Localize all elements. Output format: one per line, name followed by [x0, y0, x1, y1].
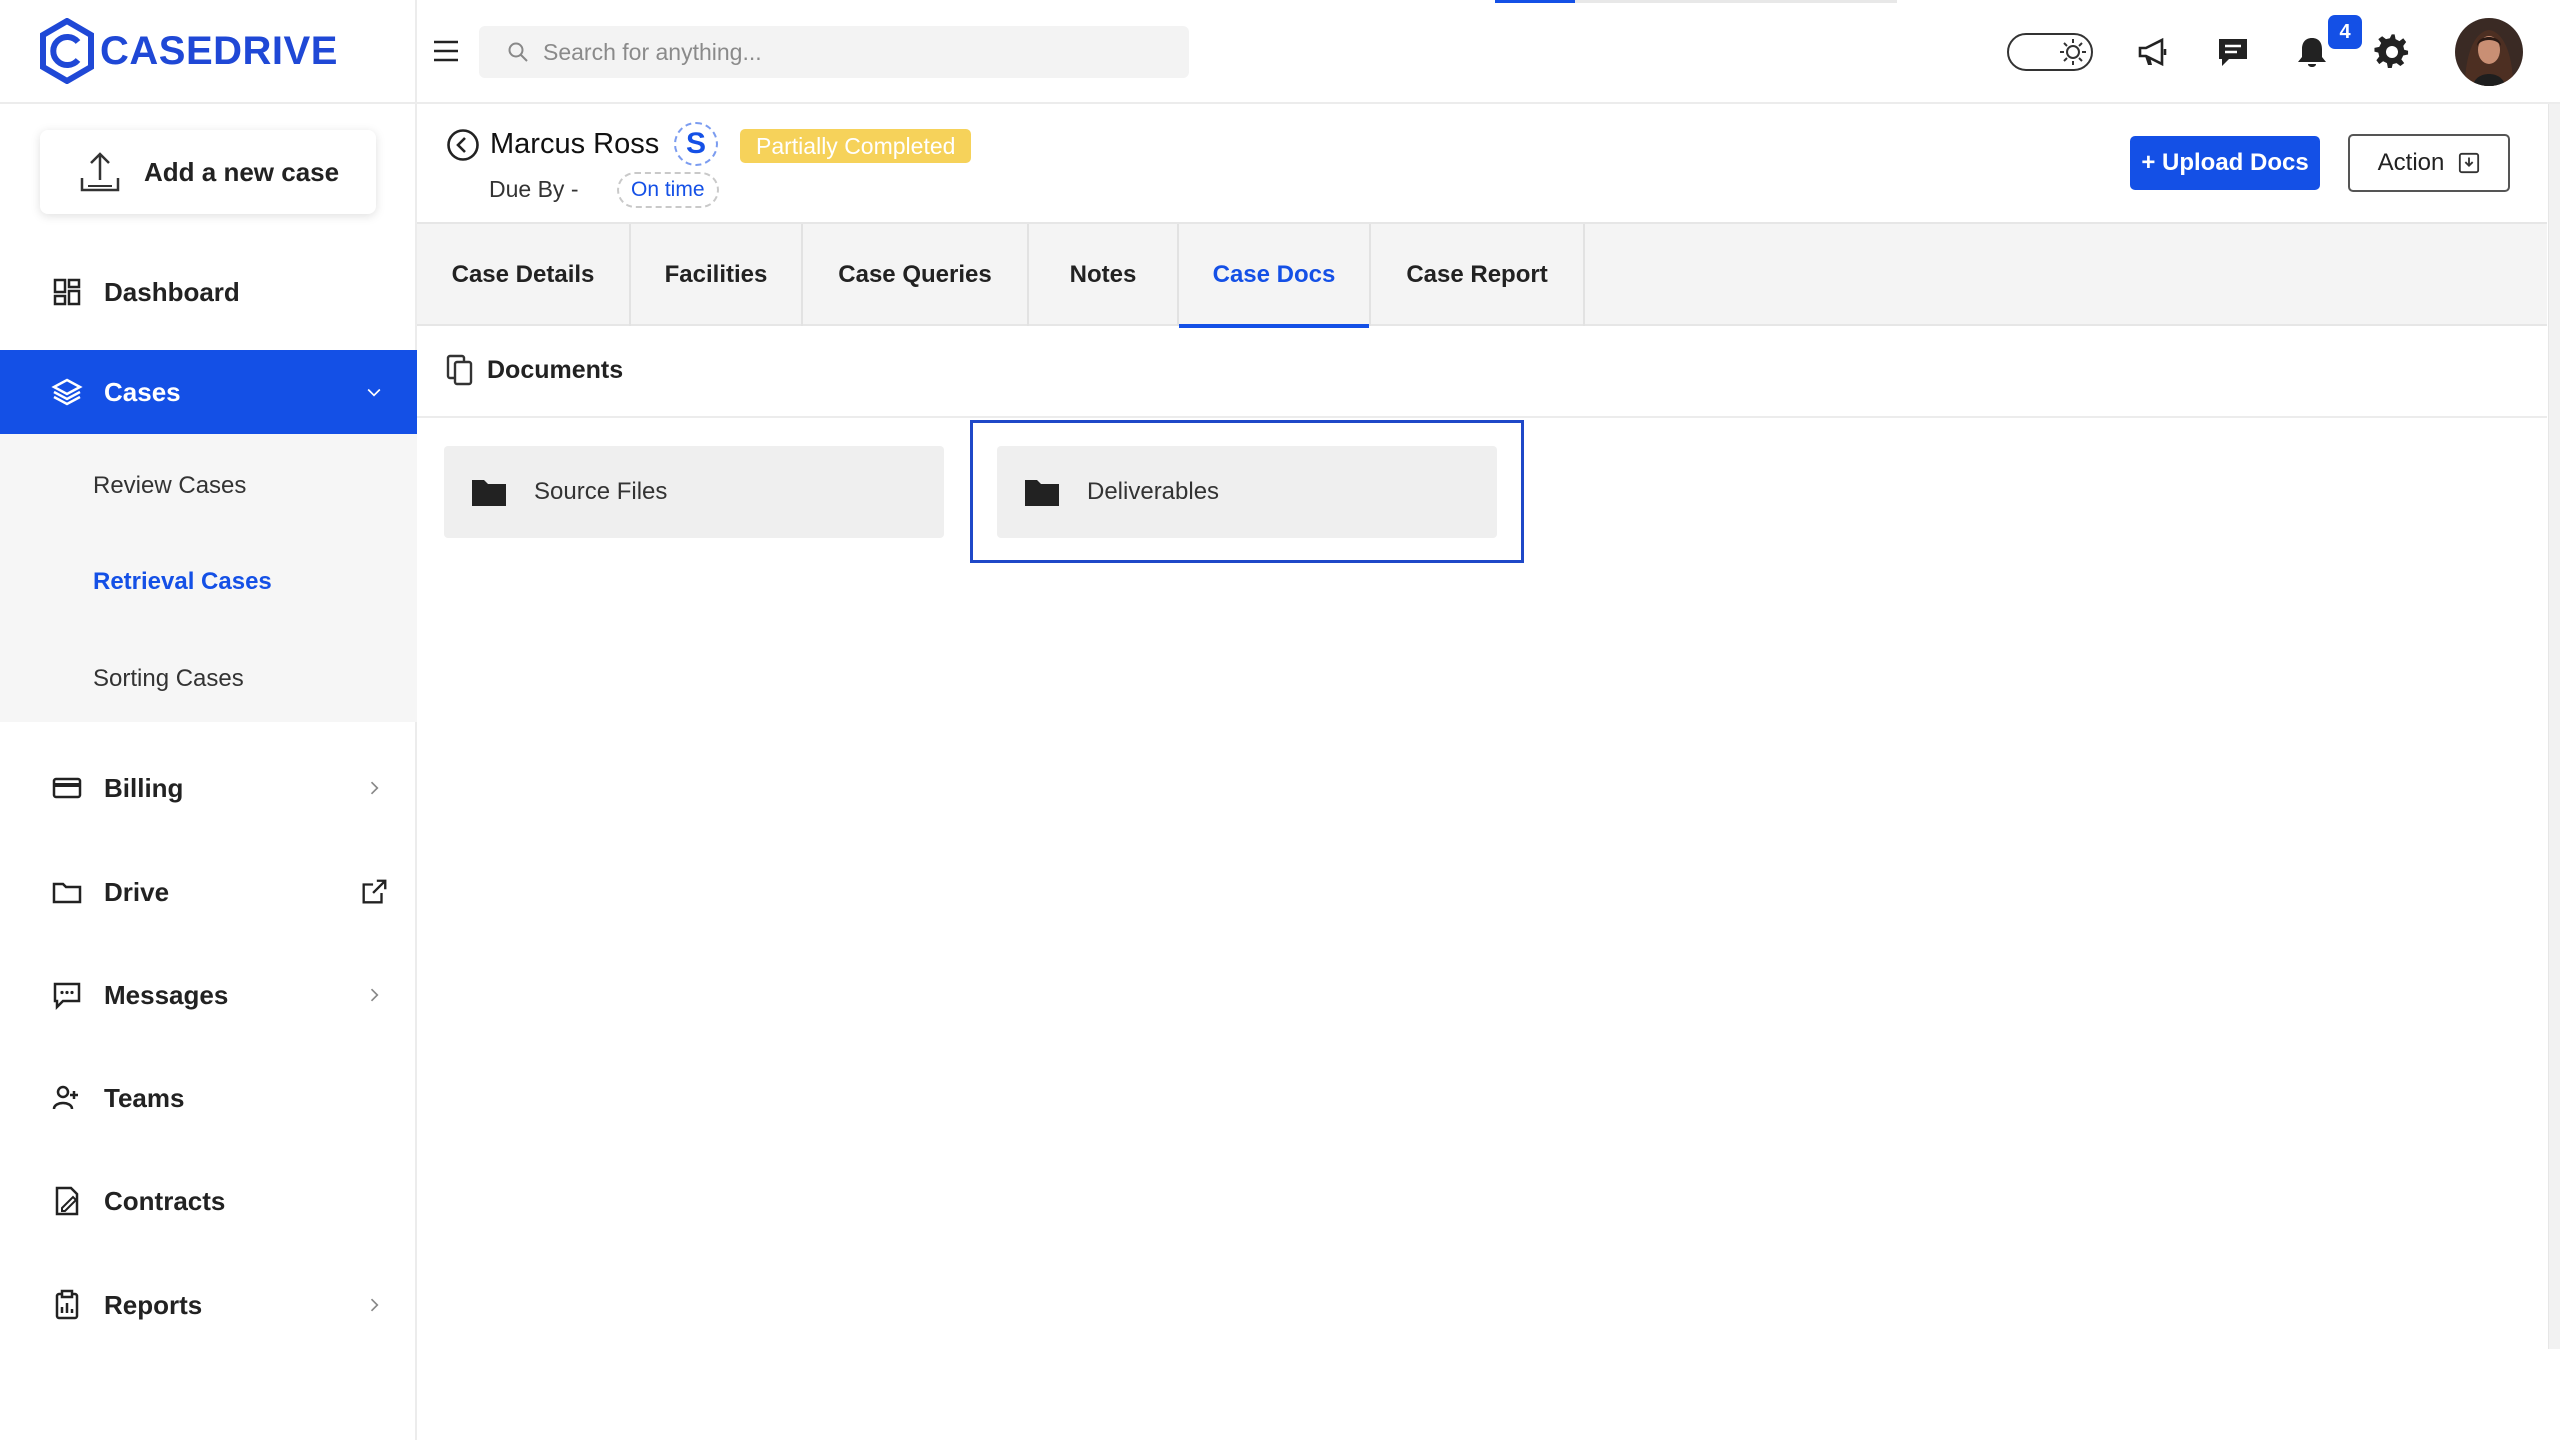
users-icon — [50, 1081, 84, 1115]
external-link-icon[interactable] — [359, 877, 389, 907]
sidebar-item-reports[interactable]: Reports — [0, 1263, 417, 1347]
sun-icon — [2060, 39, 2086, 65]
sidebar-item-label: Contracts — [104, 1185, 226, 1216]
sidebar-item-label: Drive — [104, 876, 170, 907]
grid-icon — [50, 275, 84, 309]
folder-label: Deliverables — [1087, 478, 1220, 505]
folder-deliverables[interactable]: Deliverables — [997, 446, 1497, 538]
subnav-item-retrieval-cases[interactable]: Retrieval Cases — [93, 568, 272, 596]
sidebar-item-dashboard[interactable]: Dashboard — [0, 250, 417, 334]
chevron-right-icon[interactable] — [359, 1290, 389, 1320]
announcement-icon[interactable] — [2131, 30, 2175, 74]
folder-label: Source Files — [534, 478, 668, 505]
documents-title: Documents — [487, 355, 624, 384]
folder-icon — [472, 480, 506, 506]
clipboard-icon — [50, 1288, 84, 1322]
upload-docs-button[interactable]: + Upload Docs — [2130, 136, 2320, 190]
search-input[interactable] — [543, 38, 1163, 66]
card-icon — [50, 771, 84, 805]
action-button[interactable]: Action — [2348, 134, 2510, 192]
page-loading-bar — [1495, 0, 1575, 3]
sidebar-item-teams[interactable]: Teams — [0, 1056, 417, 1140]
tab-case-docs[interactable]: Case Docs — [1179, 224, 1371, 328]
case-name: Marcus Ross — [490, 128, 660, 160]
add-new-case-button[interactable]: Add a new case — [40, 130, 376, 214]
top-bar: 4 — [417, 0, 2560, 104]
status-badge: Partially Completed — [740, 129, 972, 163]
vertical-scrollbar[interactable] — [2548, 104, 2560, 1349]
contract-icon — [50, 1184, 84, 1218]
sidebar-item-billing[interactable]: Billing — [0, 746, 417, 830]
sidebar-item-label: Reports — [104, 1289, 203, 1320]
user-avatar[interactable] — [2455, 18, 2523, 86]
brand-logo[interactable]: CASEDRIVE — [40, 16, 338, 86]
gear-icon[interactable] — [2370, 30, 2414, 74]
sidebar-item-label: Billing — [104, 772, 184, 803]
sidebar-item-label: Cases — [104, 376, 181, 407]
tab-case-queries[interactable]: Case Queries — [803, 224, 1029, 326]
casedrive-logo-icon — [40, 18, 94, 84]
sidebar-item-cases[interactable]: Cases — [0, 350, 417, 434]
chevron-down-icon[interactable] — [359, 377, 389, 407]
notification-count-badge: 4 — [2328, 15, 2362, 49]
chevron-right-icon[interactable] — [359, 980, 389, 1010]
sidebar-item-drive[interactable]: Drive — [0, 850, 417, 934]
message-icon — [50, 978, 84, 1012]
documents-header: Documents — [445, 354, 623, 386]
sidebar-item-messages[interactable]: Messages — [0, 953, 417, 1037]
chevron-right-icon[interactable] — [359, 773, 389, 803]
layers-icon — [50, 375, 84, 409]
tab-facilities[interactable]: Facilities — [631, 224, 803, 326]
sidebar-item-label: Teams — [104, 1082, 185, 1113]
case-initial-badge: S — [674, 122, 718, 166]
tab-case-report[interactable]: Case Report — [1371, 224, 1585, 326]
theme-toggle[interactable] — [2007, 33, 2093, 71]
cases-subnav: Review Cases Retrieval Cases Sorting Cas… — [0, 434, 417, 722]
search-bar[interactable] — [479, 26, 1189, 78]
sidebar-item-contracts[interactable]: Contracts — [0, 1159, 417, 1243]
case-tabs: Case Details Facilities Case Queries Not… — [417, 222, 2547, 328]
brand-name: CASEDRIVE — [100, 28, 338, 73]
subnav-item-review-cases[interactable]: Review Cases — [93, 472, 246, 500]
hamburger-menu-icon[interactable] — [429, 34, 463, 68]
due-status-badge: On time — [617, 172, 719, 208]
chat-icon[interactable] — [2211, 30, 2255, 74]
action-button-label: Action — [2377, 149, 2445, 176]
back-arrow-icon[interactable] — [446, 128, 480, 162]
page-loading-track — [1575, 0, 1897, 3]
subnav-item-sorting-cases[interactable]: Sorting Cases — [93, 665, 244, 693]
due-by-label: Due By - — [489, 176, 579, 202]
search-icon — [508, 42, 528, 62]
documents-icon — [446, 354, 473, 386]
sidebar-item-label: Dashboard — [104, 276, 240, 307]
add-new-case-label: Add a new case — [144, 156, 340, 187]
documents-divider — [417, 416, 2547, 418]
sidebar-item-label: Messages — [104, 979, 229, 1010]
folder-source-files[interactable]: Source Files — [444, 446, 944, 538]
sidebar: CASEDRIVE Add a new case Dashboard Cases… — [0, 0, 417, 1440]
action-menu-icon — [2459, 152, 2480, 174]
sidebar-divider — [0, 102, 417, 104]
folder-icon — [1025, 480, 1059, 506]
folder-icon — [50, 875, 84, 909]
tab-notes[interactable]: Notes — [1029, 224, 1179, 326]
tab-case-details[interactable]: Case Details — [417, 224, 631, 326]
upload-icon — [80, 152, 120, 192]
